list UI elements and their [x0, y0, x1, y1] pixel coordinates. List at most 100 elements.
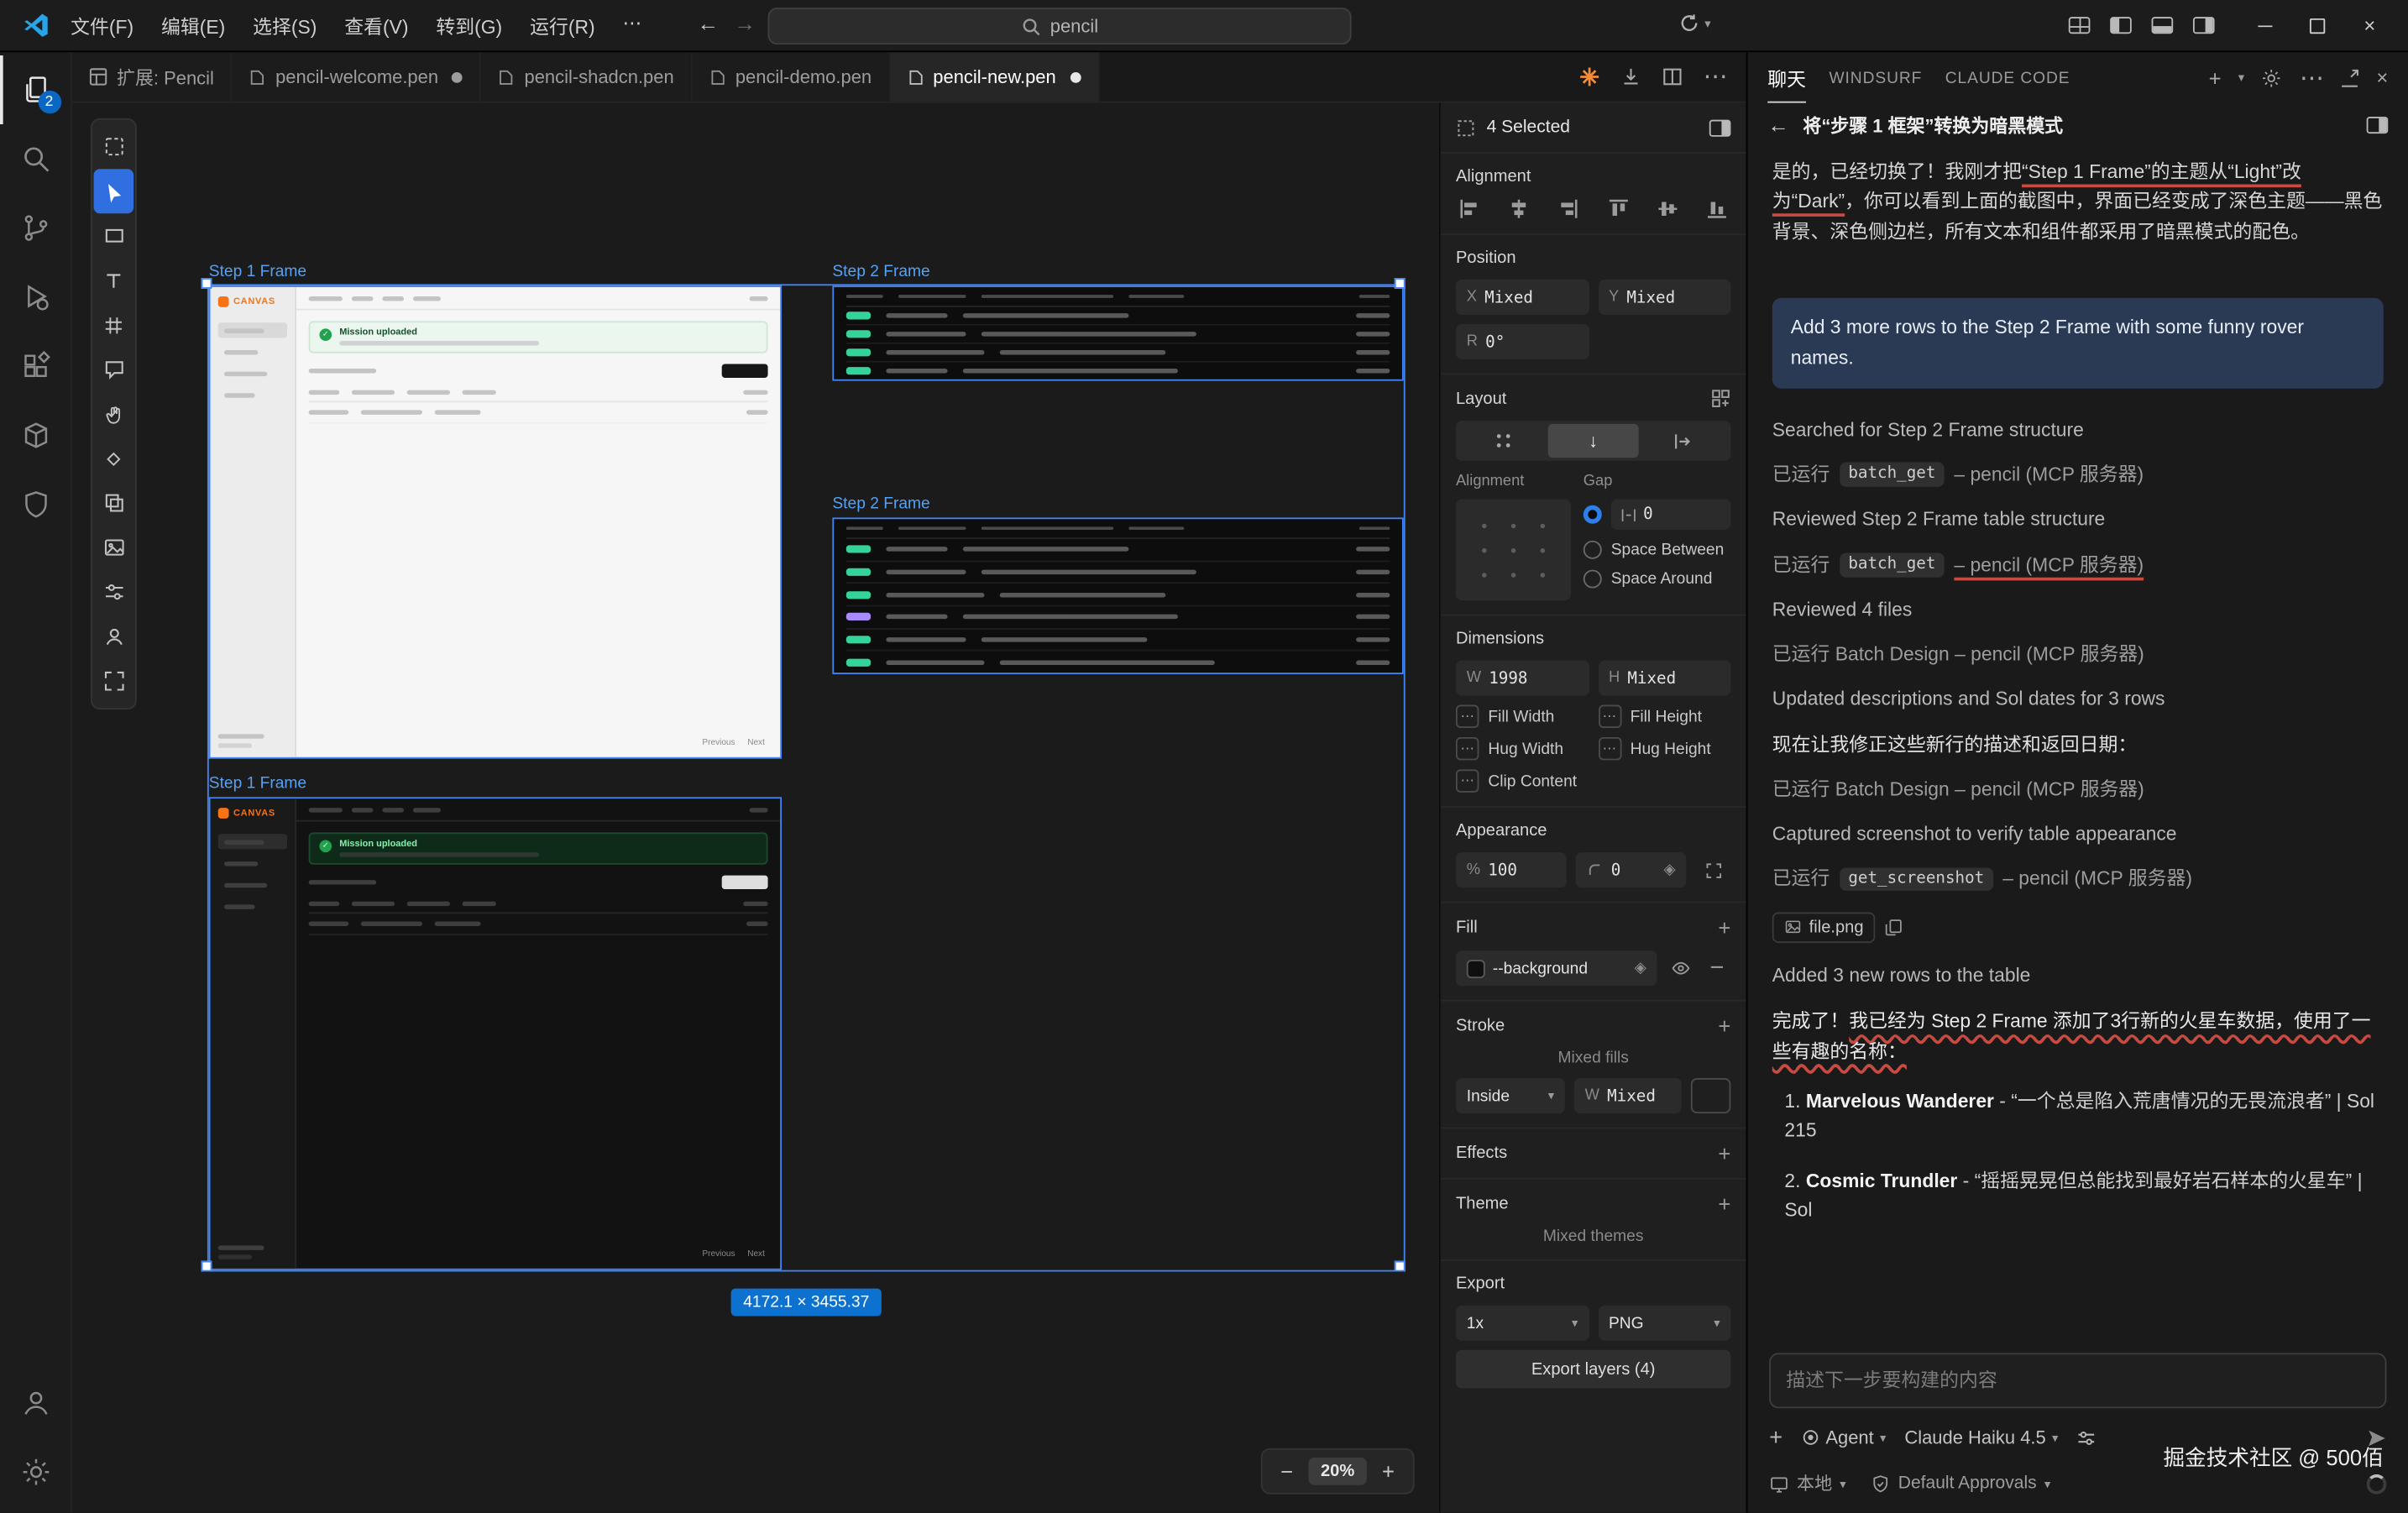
tab-chat[interactable]: 聊天 [1767, 52, 1806, 102]
opacity-field[interactable]: %100 [1456, 852, 1567, 887]
expand-icon[interactable] [2341, 68, 2359, 86]
download-icon[interactable] [1620, 66, 1642, 88]
rectangle-tool[interactable] [94, 213, 134, 258]
stroke-width-field[interactable]: WMixed [1574, 1078, 1682, 1113]
dirty-dot-icon[interactable] [1070, 71, 1081, 82]
sliders-icon[interactable] [2076, 1427, 2097, 1448]
tab-pencil-welcome[interactable]: pencil-welcome.pen [233, 52, 481, 102]
gap-space-around-option[interactable]: Space Around [1584, 570, 1731, 589]
frame-tool[interactable] [94, 302, 134, 347]
tool-name-chip[interactable]: batch_get [1839, 463, 1945, 487]
tab-pencil-shadcn[interactable]: pencil-shadcn.pen [481, 52, 692, 102]
comment-tool[interactable] [94, 347, 134, 391]
activity-source-control[interactable] [0, 193, 71, 262]
gear-icon[interactable] [2261, 67, 2283, 89]
activity-explorer[interactable]: 2 [0, 55, 71, 124]
align-top-icon[interactable] [1607, 198, 1629, 220]
add-stroke-button[interactable]: + [1718, 1015, 1730, 1037]
approvals-select[interactable]: Default Approvals▾ [1871, 1474, 2050, 1494]
chevron-down-icon[interactable]: ▾ [2238, 71, 2244, 84]
tab-pencil-new[interactable]: pencil-new.pen [890, 52, 1099, 102]
zoom-in-button[interactable]: + [1373, 1459, 1404, 1484]
position-x-field[interactable]: XMixed [1456, 280, 1589, 315]
insert-frame-tool[interactable] [94, 124, 134, 169]
more-actions-icon[interactable]: ⋯ [1703, 61, 1727, 92]
selection-handle[interactable] [1395, 278, 1406, 289]
tab-extension-pencil[interactable]: 扩展: Pencil [72, 52, 233, 102]
export-scale-select[interactable]: 1x▾ [1456, 1306, 1589, 1341]
hug-width-toggle[interactable]: ⋯Hug Width [1456, 737, 1589, 760]
vector-tool[interactable] [94, 436, 134, 480]
layout-grid-option[interactable] [1459, 424, 1549, 458]
design-canvas[interactable]: Step 1 Frame Step 2 Frame Step 2 Frame S… [72, 103, 1439, 1513]
clip-content-toggle[interactable]: ⋯Clip Content [1456, 769, 1730, 792]
nav-forward-icon[interactable]: → [728, 11, 762, 35]
position-y-field[interactable]: YMixed [1598, 280, 1730, 315]
corner-radius-field[interactable]: 0 ◈ [1576, 852, 1687, 887]
height-field[interactable]: HMixed [1598, 661, 1730, 696]
independent-corners-button[interactable] [1695, 852, 1730, 887]
token-diamond-icon[interactable]: ◈ [1663, 861, 1675, 878]
selection-handle[interactable] [202, 278, 212, 289]
export-layers-button[interactable]: Export layers (4) [1456, 1350, 1730, 1389]
close-button[interactable]: × [2343, 0, 2395, 51]
zoom-out-button[interactable]: − [1271, 1459, 1302, 1484]
text-tool[interactable] [94, 258, 134, 302]
pencil-spark-icon[interactable] [1578, 66, 1600, 88]
gap-value-field[interactable]: 0 [1611, 499, 1731, 530]
minimize-button[interactable]: ─ [2239, 0, 2291, 51]
add-theme-button[interactable]: + [1718, 1193, 1730, 1215]
fill-height-toggle[interactable]: ⋯Fill Height [1598, 705, 1730, 728]
frame-label[interactable]: Step 2 Frame [832, 263, 929, 281]
dirty-dot-icon[interactable] [453, 71, 463, 82]
panel-toggle-icon[interactable] [1709, 119, 1731, 136]
maximize-button[interactable] [2291, 0, 2343, 51]
activity-package[interactable] [0, 400, 71, 469]
gap-space-between-option[interactable]: Space Between [1584, 541, 1731, 559]
send-icon[interactable] [2367, 1427, 2387, 1448]
tab-claude-code[interactable]: CLAUDE CODE [1945, 68, 2070, 86]
frame-step2-table-mid[interactable] [832, 517, 1403, 674]
hand-tool[interactable] [94, 391, 134, 436]
mode-select[interactable]: Agent▾ [1801, 1427, 1886, 1448]
open-side-panel-icon[interactable] [2367, 116, 2389, 133]
frame-step1-light[interactable]: CANVAS [209, 285, 782, 758]
zoom-level[interactable]: 20% [1308, 1458, 1367, 1485]
gap-packed-option[interactable]: 0 [1584, 499, 1731, 530]
split-editor-icon[interactable] [1662, 66, 1683, 88]
customize-layout-icon[interactable] [2069, 17, 2091, 34]
align-left-icon[interactable] [1459, 198, 1481, 220]
menu-goto[interactable]: 转到(G) [424, 6, 515, 44]
activity-account[interactable] [0, 1369, 71, 1437]
command-center-search[interactable]: pencil [768, 8, 1352, 44]
menu-overflow-icon[interactable]: ⋯ [610, 6, 654, 44]
image-tool[interactable] [94, 526, 134, 570]
frame-label[interactable]: Step 1 Frame [209, 774, 306, 793]
menu-edit[interactable]: 编辑(E) [149, 6, 237, 44]
remove-fill-icon[interactable]: − [1703, 950, 1730, 986]
layout-grid-icon[interactable] [1711, 389, 1731, 409]
align-bottom-icon[interactable] [1706, 198, 1728, 220]
fill-value-field[interactable]: --background ◈ [1456, 950, 1657, 986]
fill-swatch[interactable] [1467, 959, 1485, 977]
back-icon[interactable]: ← [1767, 113, 1789, 137]
more-actions-icon[interactable]: ⋯ [2300, 62, 2324, 93]
toggle-sidebar-icon[interactable] [2110, 17, 2132, 34]
stroke-position-select[interactable]: Inside▾ [1456, 1078, 1565, 1113]
tab-pencil-demo[interactable]: pencil-demo.pen [693, 52, 890, 102]
workspace-local-select[interactable]: 本地▾ [1769, 1471, 1845, 1495]
menu-file[interactable]: 文件(F) [59, 6, 146, 44]
model-select[interactable]: Claude Haiku 4.5▾ [1904, 1427, 2058, 1448]
select-tool[interactable] [94, 169, 134, 213]
activity-extensions[interactable] [0, 332, 71, 400]
copy-icon[interactable] [1885, 918, 1903, 936]
adjust-tool[interactable] [94, 570, 134, 615]
activity-run-debug[interactable] [0, 263, 71, 332]
boolean-tool[interactable] [94, 481, 134, 526]
add-effect-button[interactable]: + [1718, 1143, 1730, 1165]
alignment-grid[interactable] [1456, 499, 1571, 600]
file-attachment[interactable]: file.png [1772, 912, 1876, 943]
align-right-icon[interactable] [1557, 198, 1579, 220]
tab-windsurf[interactable]: WINDSURF [1829, 68, 1922, 86]
align-v-center-icon[interactable] [1657, 198, 1678, 220]
